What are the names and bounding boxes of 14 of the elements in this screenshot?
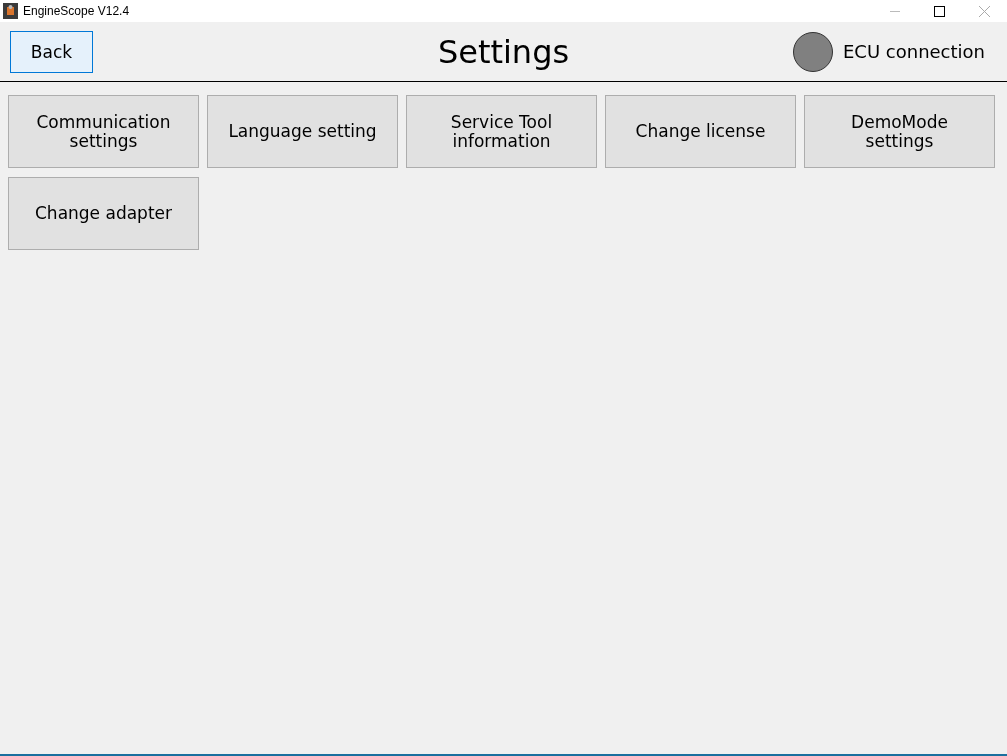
settings-button[interactable]: Change license: [605, 95, 796, 168]
window-title: EngineScope V12.4: [23, 4, 131, 18]
page-title: Settings: [437, 32, 570, 71]
settings-button[interactable]: Service Tool information: [406, 95, 597, 168]
maximize-icon[interactable]: [934, 5, 945, 17]
ecu-connection-label: ECU connection: [843, 41, 985, 62]
settings-button[interactable]: Communication settings: [8, 95, 199, 168]
minimize-icon[interactable]: [889, 10, 900, 12]
close-icon[interactable]: [979, 5, 990, 17]
app-icon: [3, 3, 18, 19]
settings-button[interactable]: Language setting: [207, 95, 398, 168]
settings-button[interactable]: DemoMode settings: [804, 95, 995, 168]
back-button[interactable]: Back: [10, 30, 93, 73]
settings-button[interactable]: Change adapter: [8, 177, 199, 250]
